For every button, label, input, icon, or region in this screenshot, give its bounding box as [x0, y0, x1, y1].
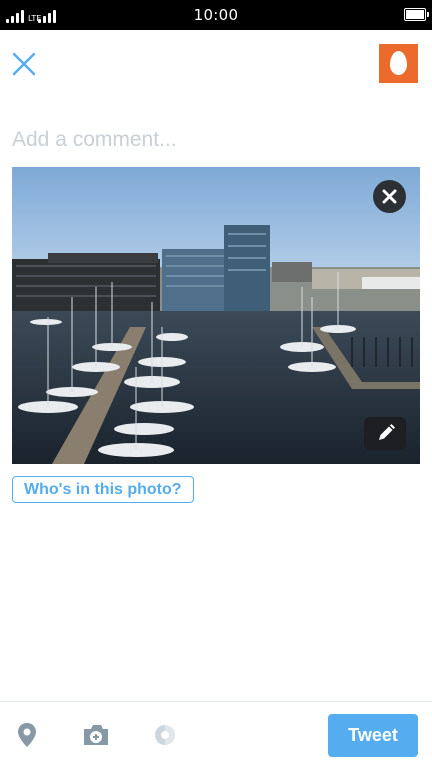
harbor-photo [12, 167, 420, 464]
draft-icon [155, 725, 175, 745]
remove-photo-icon [382, 189, 397, 204]
edit-pencil-icon [379, 424, 395, 440]
remove-photo-button[interactable] [373, 180, 406, 213]
tag-people-button[interactable]: Who's in this photo? [12, 476, 194, 503]
close-icon [12, 52, 36, 76]
status-clock: 10:00 [193, 6, 239, 24]
edit-photo-button[interactable] [364, 417, 406, 450]
battery-icon [404, 8, 429, 21]
drafts-button[interactable] [154, 724, 176, 751]
comment-input[interactable] [12, 124, 412, 156]
tweet-button[interactable]: Tweet [328, 714, 418, 757]
location-button[interactable] [16, 722, 38, 753]
avatar[interactable] [379, 44, 418, 83]
avatar-egg-icon [390, 51, 407, 75]
location-pin-icon [18, 723, 36, 747]
camera-button[interactable] [82, 724, 110, 751]
compose-toolbar: Tweet [0, 701, 432, 769]
camera-icon [84, 725, 108, 745]
status-bar: LTE 10:00 [0, 0, 432, 30]
close-button[interactable] [10, 50, 38, 78]
attached-photo[interactable] [12, 167, 420, 464]
